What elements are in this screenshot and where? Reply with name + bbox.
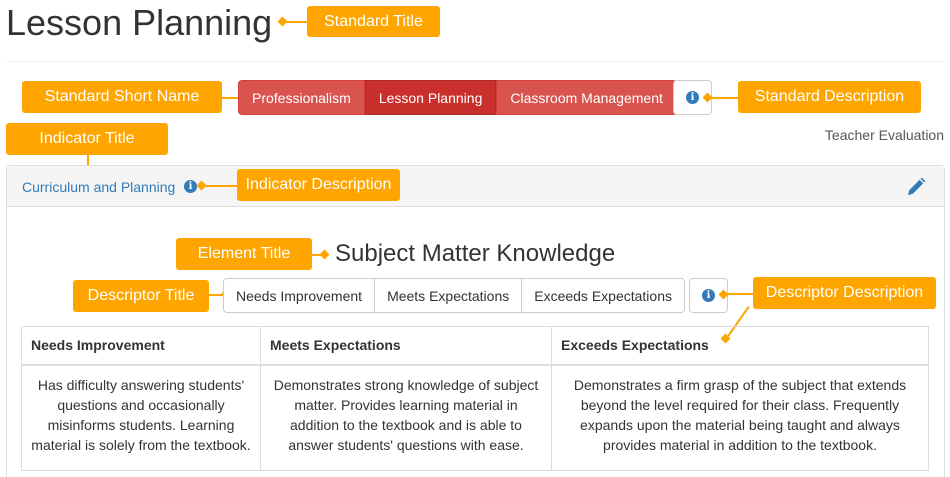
table-header-meets-expectations: Meets Expectations <box>260 326 552 366</box>
table-cell-exceeds-expectations: Demonstrates a firm grasp of the subject… <box>551 364 929 471</box>
callout-descriptor-description: Descriptor Description <box>753 277 936 309</box>
standard-button-professionalism[interactable]: Professionalism <box>238 80 365 115</box>
standard-button-classroom-management[interactable]: Classroom Management <box>496 80 677 115</box>
descriptor-button-meets-expectations[interactable]: Meets Expectations <box>374 278 523 313</box>
callout-indicator-title: Indicator Title <box>6 123 168 155</box>
table-header-needs-improvement: Needs Improvement <box>21 326 261 366</box>
indicator-title[interactable]: Curriculum and Planning <box>22 179 175 195</box>
table-cell-meets-expectations: Demonstrates strong knowledge of subject… <box>260 364 552 471</box>
info-circle-icon: i <box>686 91 699 104</box>
callout-indicator-description: Indicator Description <box>237 169 400 201</box>
callout-standard-title: Standard Title <box>307 6 440 37</box>
descriptor-button-needs-improvement[interactable]: Needs Improvement <box>223 278 376 313</box>
callout-standard-description: Standard Description <box>738 81 921 113</box>
table-header-row: Needs Improvement Meets Expectations Exc… <box>21 326 929 366</box>
evaluation-label: Teacher Evaluation <box>824 127 944 143</box>
callout-connector <box>201 185 237 187</box>
table-row: Has difficulty answering students' quest… <box>21 364 929 471</box>
title-divider <box>6 61 944 62</box>
callout-connector <box>723 293 755 295</box>
table-cell-needs-improvement: Has difficulty answering students' quest… <box>21 364 261 471</box>
callout-descriptor-title: Descriptor Title <box>73 280 209 312</box>
callout-connector <box>707 97 738 99</box>
indicator-panel-heading: Curriculum and Planning i <box>7 166 944 207</box>
callout-standard-short-name: Standard Short Name <box>22 81 222 113</box>
callout-element-title: Element Title <box>176 238 312 270</box>
element-title: Subject Matter Knowledge <box>335 240 616 267</box>
descriptor-button-exceeds-expectations[interactable]: Exceeds Expectations <box>521 278 685 313</box>
callout-connector <box>282 21 307 23</box>
info-circle-icon[interactable]: i <box>184 180 197 193</box>
pencil-icon[interactable] <box>906 177 926 197</box>
info-circle-icon: i <box>702 289 715 302</box>
page-title: Lesson Planning <box>6 2 273 43</box>
standard-button-group: Professionalism Lesson Planning Classroo… <box>238 80 677 115</box>
standard-button-lesson-planning[interactable]: Lesson Planning <box>364 80 497 115</box>
table-header-exceeds-expectations: Exceeds Expectations <box>551 326 929 366</box>
descriptor-table: Needs Improvement Meets Expectations Exc… <box>21 326 929 471</box>
descriptor-button-group: Needs Improvement Meets Expectations Exc… <box>223 278 685 313</box>
